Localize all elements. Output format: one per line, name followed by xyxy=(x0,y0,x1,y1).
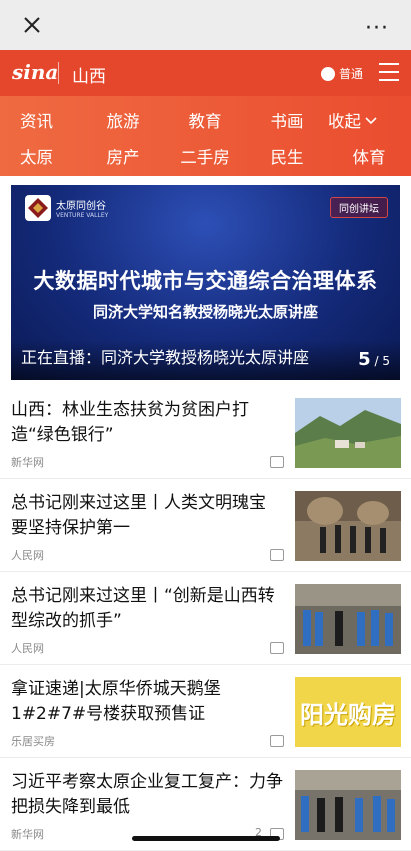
news-item[interactable]: 拿证速递|太原华侨城天鹅堡1#2#7#号楼获取预售证 乐居买房 阳光购房 xyxy=(0,665,411,758)
news-source: 人民网 xyxy=(11,642,44,655)
pager-current: 5 xyxy=(358,349,371,370)
news-thumbnail[interactable] xyxy=(295,770,401,840)
comment-icon[interactable] xyxy=(270,735,284,747)
site-header: sina 山西 普通 xyxy=(0,50,411,96)
banner-badge: 同创讲坛 xyxy=(330,197,388,218)
ad-thumbnail[interactable]: 阳光购房 xyxy=(295,677,401,747)
comment-icon[interactable] xyxy=(270,642,284,654)
toggle-knob xyxy=(320,66,335,81)
nav-item-sports[interactable]: 体育 xyxy=(328,144,410,168)
close-icon[interactable] xyxy=(19,12,45,38)
news-source: 乐居买房 xyxy=(11,735,55,748)
nav-item-livelihood[interactable]: 民生 xyxy=(246,144,328,168)
news-thumbnail[interactable] xyxy=(295,584,401,654)
channel-nav: 资讯 旅游 教育 书画 收起 太原 房产 二手房 民生 体育 xyxy=(0,96,411,176)
carousel-pager: 5 / 5 xyxy=(358,349,390,370)
nav-collapse-button[interactable]: 收起 xyxy=(328,108,410,132)
news-list: 山西：林业生态扶贫为贫困户打造“绿色银行” 新华网 总书记刚来过这里丨人类文明瑰… xyxy=(0,386,411,851)
pager-total: / 5 xyxy=(374,354,391,368)
news-headline[interactable]: 山西：林业生态扶贫为贫困户打造“绿色银行” xyxy=(11,398,286,448)
mode-toggle[interactable]: 普通 xyxy=(320,65,363,82)
news-source: 新华网 xyxy=(11,456,44,469)
banner-title: 大数据时代城市与交通综合治理体系 xyxy=(33,269,378,293)
banner-carousel[interactable]: 太原同创谷 VENTURE VALLEY 同创讲坛 大数据时代城市与交通综合治理… xyxy=(11,185,400,380)
banner-caption: 正在直播：同济大学教授杨晓光太原讲座 xyxy=(21,348,310,367)
comment-icon[interactable] xyxy=(270,549,284,561)
menu-icon[interactable] xyxy=(379,63,399,81)
news-thumbnail[interactable] xyxy=(295,491,401,561)
browser-topbar: ··· xyxy=(0,0,411,50)
header-divider xyxy=(58,62,59,84)
home-indicator[interactable] xyxy=(132,836,280,841)
sina-logo[interactable]: sina xyxy=(12,60,58,84)
mode-label: 普通 xyxy=(338,67,363,81)
news-thumbnail[interactable] xyxy=(295,398,401,468)
news-headline[interactable]: 总书记刚来过这里丨“创新是山西转型综改的抓手” xyxy=(11,584,286,634)
news-source: 人民网 xyxy=(11,549,44,562)
news-headline[interactable]: 总书记刚来过这里丨人类文明瑰宝 要坚持保护第一 xyxy=(11,491,286,541)
nav-item-education[interactable]: 教育 xyxy=(164,108,246,132)
org-name: 太原同创谷 VENTURE VALLEY xyxy=(56,201,109,219)
news-headline[interactable]: 习近平考察太原企业复工复产：力争把损失降到最低 xyxy=(11,770,286,820)
news-item[interactable]: 总书记刚来过这里丨人类文明瑰宝 要坚持保护第一 人民网 xyxy=(0,479,411,572)
ad-text: 阳光购房 xyxy=(300,700,396,729)
comment-icon[interactable] xyxy=(270,456,284,468)
news-item[interactable]: 山西：林业生态扶贫为贫困户打造“绿色银行” 新华网 xyxy=(0,386,411,479)
news-item[interactable]: 总书记刚来过这里丨“创新是山西转型综改的抓手” 人民网 xyxy=(0,572,411,665)
nav-item-second-hand-home[interactable]: 二手房 xyxy=(164,144,246,168)
collapse-label: 收起 xyxy=(328,112,361,131)
org-logo-icon xyxy=(25,195,51,221)
nav-item-taiyuan[interactable]: 太原 xyxy=(0,144,82,168)
nav-item-calligraphy[interactable]: 书画 xyxy=(246,108,328,132)
chevron-up-icon xyxy=(365,117,377,125)
nav-item-property[interactable]: 房产 xyxy=(82,144,164,168)
nav-item-travel[interactable]: 旅游 xyxy=(82,108,164,132)
nav-row-2: 太原 房产 二手房 民生 体育 xyxy=(0,144,411,168)
more-options-icon[interactable]: ··· xyxy=(365,16,389,41)
news-headline[interactable]: 拿证速递|太原华侨城天鹅堡1#2#7#号楼获取预售证 xyxy=(11,677,286,727)
region-label[interactable]: 山西 xyxy=(72,62,106,87)
news-source: 新华网 xyxy=(11,828,44,841)
nav-item-news[interactable]: 资讯 xyxy=(0,108,82,132)
nav-row-1: 资讯 旅游 教育 书画 收起 xyxy=(0,108,411,132)
banner-subtitle: 同济大学知名教授杨晓光太原讲座 xyxy=(92,303,318,321)
